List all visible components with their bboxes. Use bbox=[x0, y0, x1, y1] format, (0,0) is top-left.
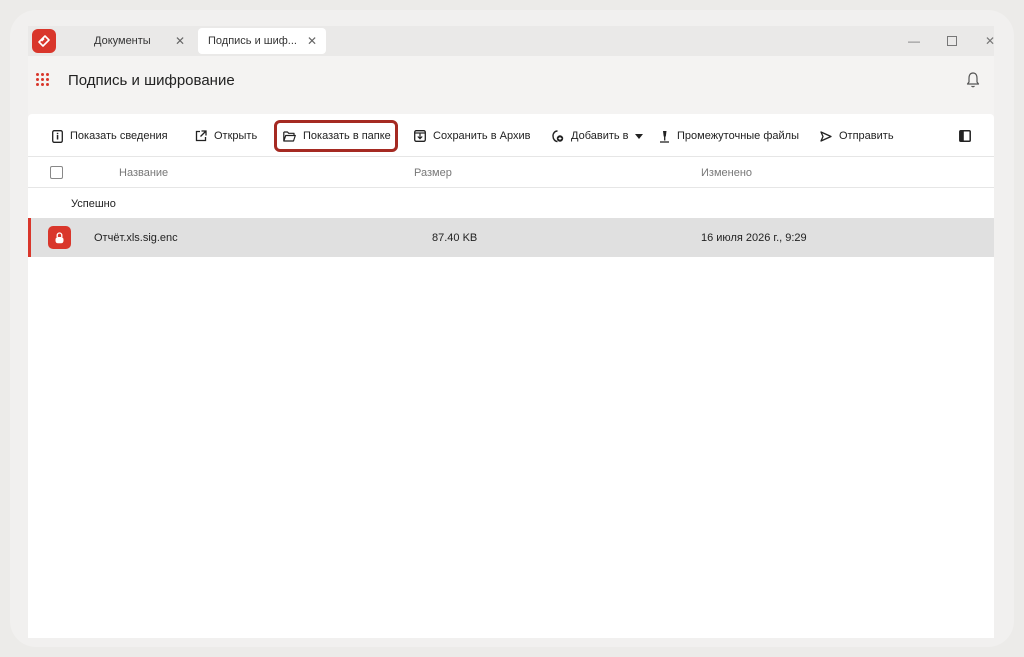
sidebar-panel-icon bbox=[959, 130, 971, 142]
file-name: Отчёт.xls.sig.enc bbox=[94, 232, 178, 244]
page-header: Подпись и шифрование bbox=[28, 56, 994, 114]
file-size: 87.40 KB bbox=[432, 232, 478, 244]
group-label-success: Успешно bbox=[71, 198, 116, 210]
tab-documents-label: Документы bbox=[94, 35, 151, 47]
show-details-button[interactable]: Показать сведения bbox=[52, 126, 168, 146]
table-row[interactable]: Отчёт.xls.sig.enc 87.40 KB 16 июля 2026 … bbox=[28, 218, 994, 257]
send-label: Отправить bbox=[839, 130, 894, 142]
file-modified: 16 июля 2026 г., 9:29 bbox=[701, 232, 807, 244]
select-all-checkbox[interactable] bbox=[50, 166, 63, 179]
open-button[interactable]: Открыть bbox=[195, 126, 257, 146]
app-window: Документы ✕ Подпись и шиф... ✕ — ✕ Подпи… bbox=[10, 10, 1014, 647]
maximize-icon bbox=[947, 36, 957, 46]
encrypted-file-icon bbox=[48, 226, 71, 249]
tab-sign-encrypt-label: Подпись и шиф... bbox=[208, 35, 297, 47]
selection-accent bbox=[28, 218, 31, 257]
intermediate-files-button[interactable]: Промежуточные файлы bbox=[659, 126, 799, 146]
page-title: Подпись и шифрование bbox=[68, 72, 235, 89]
column-name[interactable]: Название bbox=[119, 167, 168, 179]
caret-down-icon bbox=[634, 133, 643, 139]
bell-icon[interactable] bbox=[965, 71, 981, 89]
info-doc-icon bbox=[52, 129, 63, 143]
add-to-label: Добавить в bbox=[571, 130, 629, 142]
title-bar: Документы ✕ Подпись и шиф... ✕ — ✕ bbox=[28, 26, 995, 56]
grid-menu-icon[interactable] bbox=[36, 73, 50, 87]
tab-sign-encrypt-close-icon[interactable]: ✕ bbox=[307, 35, 317, 47]
show-in-folder-button[interactable]: Показать в папке bbox=[283, 126, 391, 146]
tab-documents[interactable]: Документы ✕ bbox=[78, 28, 196, 54]
content-panel: Показать сведения Открыть Показать в пап… bbox=[28, 114, 994, 638]
show-details-label: Показать сведения bbox=[70, 130, 168, 142]
action-toolbar: Показать сведения Открыть Показать в пап… bbox=[28, 114, 994, 157]
add-to-dropdown[interactable]: Добавить в bbox=[552, 126, 643, 146]
table-header: Название Размер Изменено bbox=[28, 158, 994, 188]
open-label: Открыть bbox=[214, 130, 258, 142]
maximize-button[interactable] bbox=[943, 32, 961, 50]
send-button[interactable]: Отправить bbox=[820, 126, 894, 146]
column-size[interactable]: Размер bbox=[414, 167, 452, 179]
folder-open-icon bbox=[283, 130, 296, 142]
tab-sign-encrypt[interactable]: Подпись и шиф... ✕ bbox=[198, 28, 326, 54]
panel-toggle-button[interactable] bbox=[959, 126, 978, 146]
column-modified[interactable]: Изменено bbox=[701, 167, 752, 179]
archive-save-icon bbox=[414, 130, 426, 142]
show-in-folder-label: Показать в папке bbox=[303, 130, 391, 142]
minimize-button[interactable]: — bbox=[905, 32, 923, 50]
add-shield-icon bbox=[552, 129, 564, 142]
external-link-icon bbox=[195, 130, 207, 142]
save-to-archive-button[interactable]: Сохранить в Архив bbox=[414, 126, 530, 146]
send-icon bbox=[820, 130, 832, 142]
intermediate-files-label: Промежуточные файлы bbox=[677, 130, 799, 142]
save-to-archive-label: Сохранить в Архив bbox=[433, 130, 531, 142]
pin-icon bbox=[660, 130, 669, 143]
close-window-button[interactable]: ✕ bbox=[981, 32, 999, 50]
tab-documents-close-icon[interactable]: ✕ bbox=[175, 35, 185, 47]
app-frame: Документы ✕ Подпись и шиф... ✕ — ✕ Подпи… bbox=[28, 26, 995, 638]
app-logo-icon bbox=[32, 29, 56, 53]
